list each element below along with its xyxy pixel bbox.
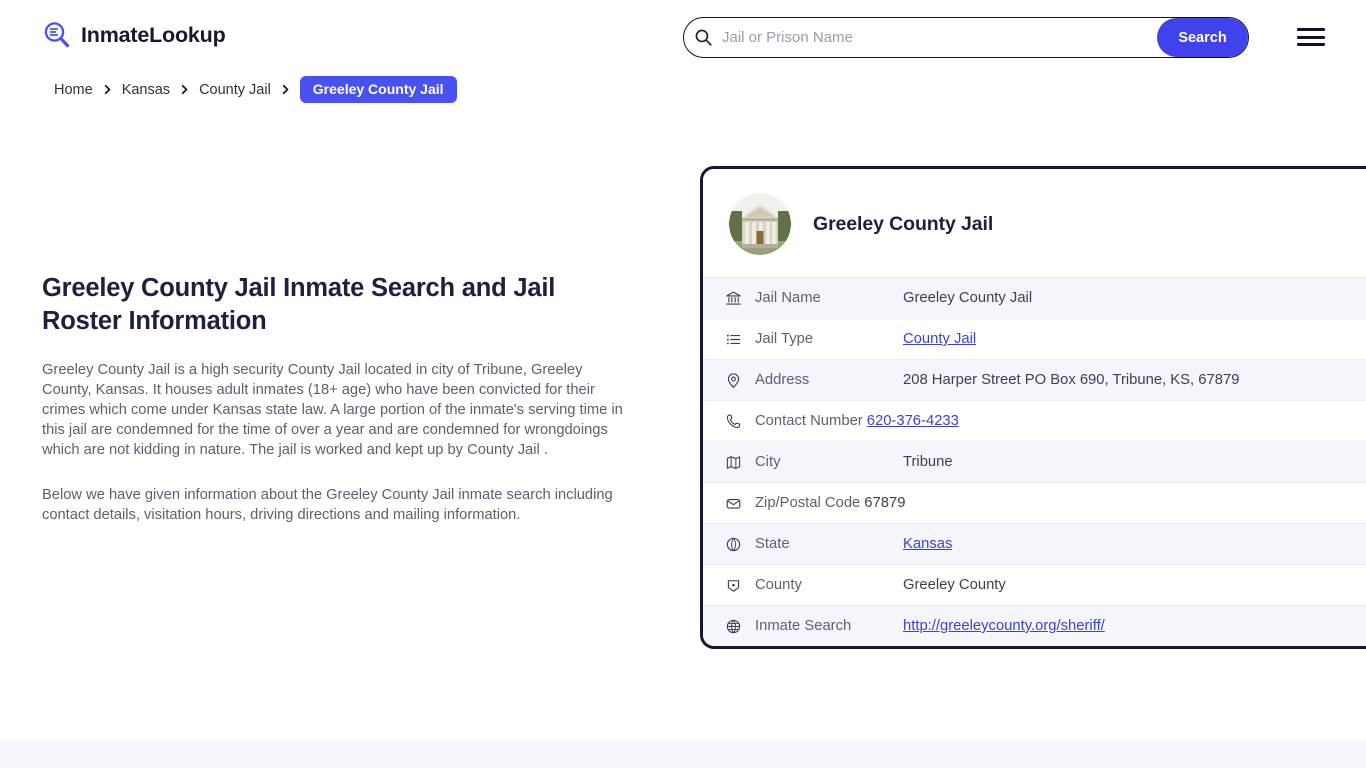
- row-value: Greeley County: [903, 577, 1006, 593]
- row-label: County: [755, 577, 802, 593]
- search-button[interactable]: Search: [1157, 18, 1248, 57]
- inmate-search-link[interactable]: http://greeleycounty.org/sheriff/: [903, 618, 1105, 634]
- chevron-right-icon: [179, 84, 190, 95]
- bank-icon: [725, 290, 755, 307]
- jail-info-card: Greeley County Jail Jail Name Greeley Co…: [700, 166, 1366, 649]
- row-value: 620-376-4233: [867, 413, 959, 429]
- breadcrumb: Home Kansas County Jail Greeley County J…: [54, 76, 457, 103]
- site-logo-link[interactable]: InmateLookup: [42, 20, 226, 50]
- search-list-logo-icon: [42, 20, 72, 50]
- jail-type-link[interactable]: County Jail: [903, 331, 976, 347]
- row-label: Contact Number: [755, 413, 863, 429]
- breadcrumb-item-home[interactable]: Home: [54, 82, 93, 98]
- row-label: State: [755, 536, 790, 552]
- description-paragraph-2: Below we have given information about th…: [42, 487, 613, 523]
- hamburger-bar: [1297, 43, 1325, 46]
- row-label: Zip/Postal Code: [755, 495, 861, 511]
- chevron-right-icon: [102, 84, 113, 95]
- hamburger-bar: [1297, 28, 1325, 31]
- phone-icon: [725, 413, 755, 430]
- breadcrumb-current-page: Greeley County Jail: [299, 76, 457, 103]
- map-pin-icon: [725, 372, 755, 389]
- search-icon: [684, 28, 722, 47]
- table-row: Address 208 Harper Street PO Box 690, Tr…: [703, 359, 1366, 400]
- contact-number-link[interactable]: 620-376-4233: [867, 413, 959, 429]
- description-paragraph-1: Greeley County Jail is a high security C…: [42, 362, 623, 458]
- row-value: Greeley County Jail: [903, 290, 1033, 306]
- courthouse-building-photo: [729, 193, 791, 255]
- row-value: County Jail: [903, 331, 976, 347]
- table-row: Zip/Postal Code 67879: [703, 482, 1366, 523]
- map-icon: [725, 454, 755, 471]
- row-value: Kansas: [903, 536, 952, 552]
- hamburger-bar: [1297, 35, 1325, 39]
- main-content-column: Greeley County Jail Inmate Search and Ja…: [42, 272, 627, 525]
- row-label: Jail Type: [755, 331, 814, 347]
- footer-section: [0, 740, 1366, 768]
- table-row: City Tribune: [703, 441, 1366, 482]
- table-row: State Kansas: [703, 523, 1366, 564]
- row-value: Tribune: [903, 454, 953, 470]
- row-label: Inmate Search: [755, 618, 852, 634]
- row-label: Jail Name: [755, 290, 821, 306]
- table-row: Jail Type County Jail: [703, 318, 1366, 359]
- hamburger-menu-icon[interactable]: [1297, 26, 1327, 48]
- table-row: Contact Number 620-376-4233: [703, 400, 1366, 441]
- globe-icon: [725, 618, 755, 635]
- table-row: County Greeley County: [703, 564, 1366, 605]
- county-icon: [725, 577, 755, 594]
- table-row: Inmate Search http://greeleycounty.org/s…: [703, 605, 1366, 646]
- state-link[interactable]: Kansas: [903, 536, 952, 552]
- row-value: http://greeleycounty.org/sheriff/: [903, 618, 1105, 634]
- row-label: Address: [755, 372, 810, 388]
- jail-info-card-title: Greeley County Jail: [813, 212, 994, 235]
- search-bar: Search: [683, 17, 1249, 58]
- site-logo-text: InmateLookup: [81, 22, 226, 47]
- list-icon: [725, 331, 755, 348]
- jail-info-card-header: Greeley County Jail: [703, 169, 1366, 277]
- row-label: City: [755, 454, 781, 470]
- row-value: 208 Harper Street PO Box 690, Tribune, K…: [903, 372, 1240, 388]
- row-value: 67879: [864, 495, 906, 511]
- page-title: Greeley County Jail Inmate Search and Ja…: [42, 274, 556, 335]
- table-row: Jail Name Greeley County Jail: [703, 277, 1366, 318]
- search-input[interactable]: [722, 18, 1158, 57]
- envelope-icon: [725, 495, 755, 512]
- globe-state-icon: [725, 536, 755, 553]
- site-header: InmateLookup Search: [0, 0, 1366, 74]
- breadcrumb-item-county-jail[interactable]: County Jail: [199, 82, 271, 98]
- breadcrumb-item-kansas[interactable]: Kansas: [122, 82, 170, 98]
- chevron-right-icon: [280, 84, 291, 95]
